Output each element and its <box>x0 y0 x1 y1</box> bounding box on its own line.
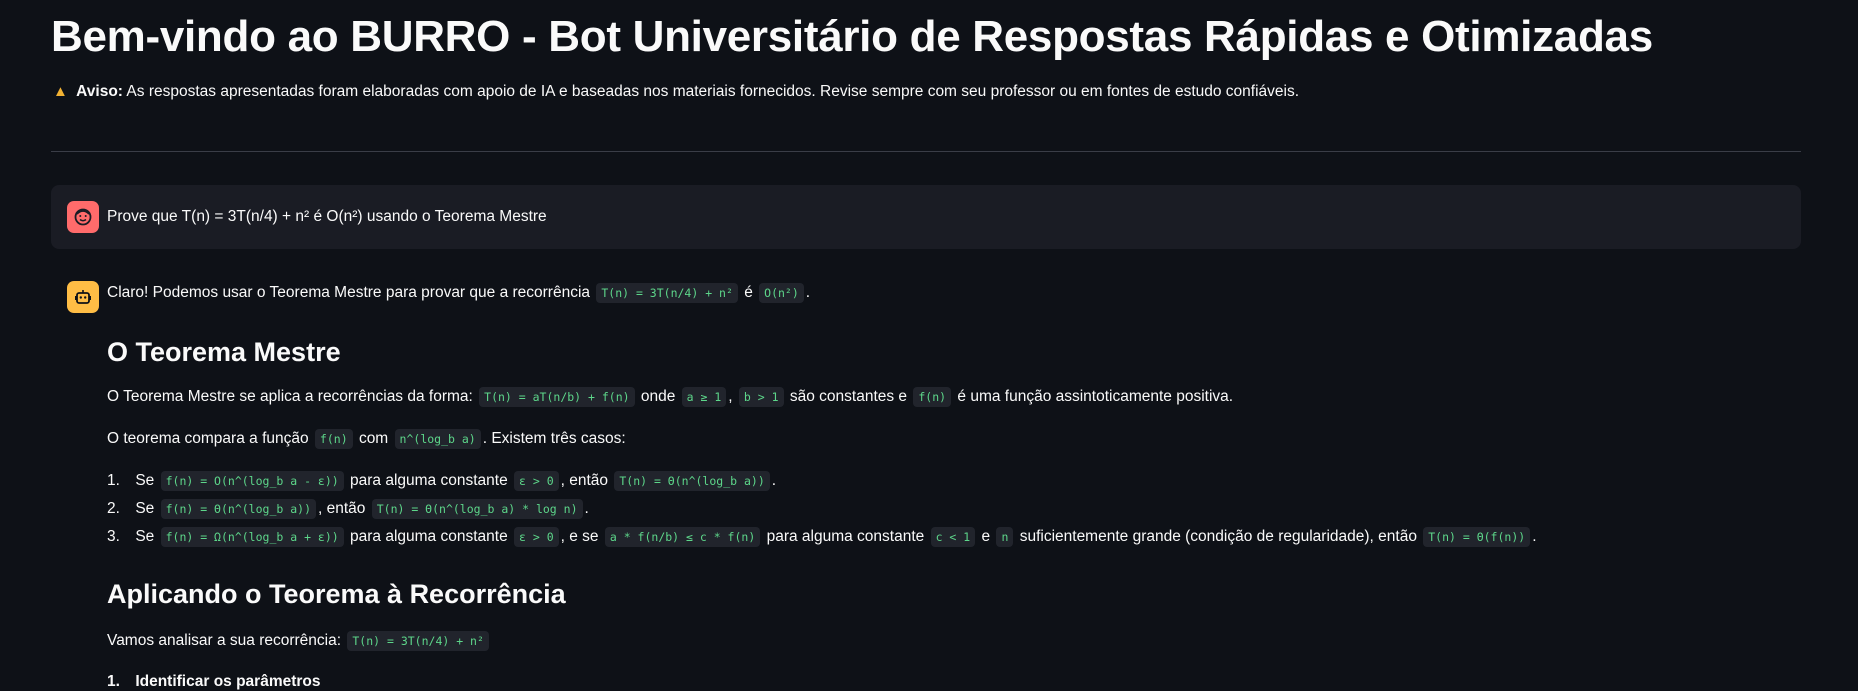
inline-code: n^(log_b a) <box>394 429 481 449</box>
inline-code: c < 1 <box>930 527 976 547</box>
inline-code: ε > 0 <box>514 527 559 547</box>
text: onde <box>640 388 676 405</box>
text: Vamos analisar a sua recorrência: <box>107 632 342 649</box>
inline-code: f(n) = Ω(n^(log_b a + ε)) <box>160 527 344 547</box>
list-number: 1. <box>107 673 120 690</box>
inline-code: T(n) = Θ(f(n)) <box>1423 527 1531 547</box>
inline-code: n <box>996 527 1014 547</box>
user-chat-message: Prove que T(n) = 3T(n/4) + n² é O(n²) us… <box>51 185 1801 249</box>
inline-code: f(n) <box>314 429 353 449</box>
page-title: Bem-vindo ao BURRO - Bot Universitário d… <box>51 12 1653 61</box>
list-number: 1. <box>107 472 120 489</box>
list-item-case-3: 3. Se f(n) = Ω(n^(log_b a + ε)) para alg… <box>107 527 1537 547</box>
bot-intro: Claro! Podemos usar o Teorema Mestre par… <box>107 283 811 303</box>
user-message-text: Prove que T(n) = 3T(n/4) + n² é O(n²) us… <box>107 208 547 225</box>
text: , então <box>560 472 609 489</box>
inline-code: T(n) = Θ(n^(log_b a)) <box>614 471 770 491</box>
text: . <box>584 500 589 517</box>
paragraph-definition: O Teorema Mestre se aplica a recorrência… <box>107 387 1234 407</box>
warning-text: As respostas apresentadas foram elaborad… <box>126 83 1300 100</box>
robot-icon <box>67 281 99 313</box>
text: . Existem três casos: <box>482 430 626 447</box>
list-item-partial: 1. Identificar os parâmetros <box>107 673 321 691</box>
inline-code: O(n²) <box>759 283 804 303</box>
text: são constantes e <box>789 388 908 405</box>
inline-code: T(n) = 3T(n/4) + n² <box>347 631 489 651</box>
inline-code: T(n) = aT(n/b) + f(n) <box>479 387 635 407</box>
inline-code: a * f(n/b) ≤ c * f(n) <box>604 527 761 547</box>
text: . <box>1532 528 1537 545</box>
text: para alguma constante <box>350 528 508 545</box>
text: Se <box>135 472 155 489</box>
warning-label: Aviso: <box>76 83 123 100</box>
inline-code: f(n) = Θ(n^(log_b a)) <box>160 499 316 519</box>
text: e <box>981 528 991 545</box>
text: para alguma constante <box>766 528 925 545</box>
text: . <box>771 472 777 489</box>
text: Se <box>135 528 155 545</box>
list-item-case-1: 1. Se f(n) = O(n^(log_b a - ε)) para alg… <box>107 471 777 491</box>
list-item-case-2: 2. Se f(n) = Θ(n^(log_b a)), então T(n) … <box>107 499 589 519</box>
inline-code: b > 1 <box>738 387 784 407</box>
list-number: 3. <box>107 528 120 545</box>
divider <box>51 151 1801 152</box>
inline-code: a ≥ 1 <box>681 387 727 407</box>
inline-code: T(n) = 3T(n/4) + n² <box>596 283 738 303</box>
inline-code: f(n) = O(n^(log_b a - ε)) <box>160 471 344 491</box>
text: , então <box>318 500 366 517</box>
inline-code: T(n) = Θ(n^(log_b a) * log n) <box>371 499 583 519</box>
paragraph-comparison: O teorema compara a função f(n) com n^(l… <box>107 429 626 449</box>
text: Claro! Podemos usar o Teorema Mestre par… <box>107 284 591 301</box>
section-title-aplicando: Aplicando o Teorema à Recorrência <box>107 579 566 609</box>
text: . <box>805 284 811 301</box>
text: é uma função assintoticamente positiva. <box>957 388 1234 405</box>
text: , <box>728 388 733 405</box>
text: para alguma constante <box>350 472 508 489</box>
inline-code: f(n) <box>913 387 952 407</box>
text: suficientemente grande (condição de regu… <box>1019 528 1417 545</box>
text: Se <box>135 500 155 517</box>
text: é <box>744 284 753 301</box>
inline-code: ε > 0 <box>514 471 559 491</box>
ai-warning: ▲ Aviso: As respostas apresentadas foram… <box>53 83 1299 101</box>
user-face-icon <box>67 201 99 233</box>
text: O teorema compara a função <box>107 430 309 447</box>
text: Identificar os parâmetros <box>135 673 321 690</box>
list-number: 2. <box>107 500 120 517</box>
text: O Teorema Mestre se aplica a recorrência… <box>107 388 473 405</box>
section-title-teorema-mestre: O Teorema Mestre <box>107 337 341 367</box>
paragraph-analysis: Vamos analisar a sua recorrência: T(n) =… <box>107 631 491 651</box>
warning-icon: ▲ <box>53 83 68 100</box>
text: , e se <box>560 528 599 545</box>
text: com <box>358 430 389 447</box>
